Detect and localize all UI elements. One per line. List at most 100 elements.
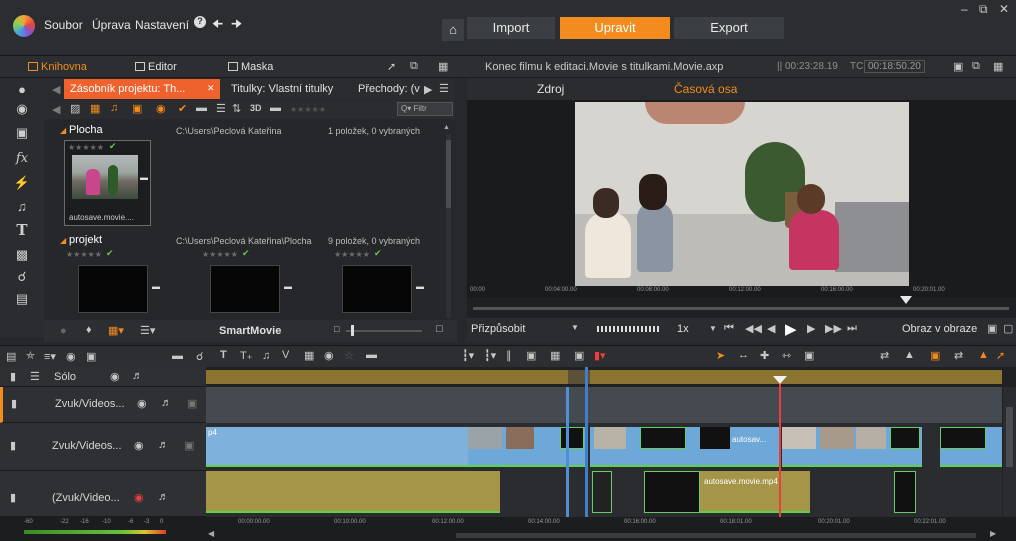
- tabs-menu-icon[interactable]: ☰: [439, 82, 449, 95]
- next-frame-icon[interactable]: ▶▶: [825, 322, 842, 335]
- back-icon[interactable]: ◀: [52, 103, 60, 116]
- video-clip[interactable]: [468, 427, 588, 467]
- tab-library[interactable]: Knihovna: [41, 61, 87, 73]
- speaker-icon[interactable]: ♬: [161, 397, 172, 409]
- pin-icon[interactable]: ➚: [387, 60, 396, 73]
- chapter-icon[interactable]: ▬: [366, 349, 377, 361]
- project-bin-icon[interactable]: ●: [13, 82, 31, 97]
- menu-edit[interactable]: Úprava: [92, 18, 131, 32]
- fx-icon[interactable]: fx: [13, 151, 31, 166]
- monitor-icon[interactable]: ▣: [184, 439, 194, 452]
- scrub-handle[interactable]: [900, 296, 912, 304]
- filter-box[interactable]: Q▾ Filtr: [397, 102, 453, 116]
- track-lane-2[interactable]: p4 autosav...: [206, 423, 1002, 471]
- video-clip[interactable]: [590, 427, 700, 467]
- camera-icon[interactable]: ▣: [574, 349, 584, 362]
- title-icon[interactable]: T: [13, 221, 31, 239]
- sort-icon[interactable]: ⇅: [232, 102, 241, 115]
- add-track-icon[interactable]: ≡▾: [44, 350, 56, 363]
- stabilize-icon[interactable]: ▦: [304, 349, 314, 362]
- title-tool-icon[interactable]: T: [220, 349, 227, 361]
- check-filter-icon[interactable]: ✔: [178, 102, 187, 115]
- edit-button[interactable]: Upravit: [560, 17, 670, 39]
- scroll-left-icon[interactable]: ◀: [208, 529, 214, 538]
- ripple-icon[interactable]: ┇▾: [484, 349, 496, 362]
- track-lane-1[interactable]: [206, 387, 1002, 423]
- motion-icon[interactable]: V: [282, 349, 289, 361]
- media-tile[interactable]: ★★★★★ ✔ ▬ autosave.movie....: [64, 140, 151, 226]
- expand-arrow-icon[interactable]: ◢: [60, 126, 66, 135]
- marker-icon[interactable]: ⛤: [26, 350, 35, 363]
- restore-icon[interactable]: ⧉: [979, 2, 988, 17]
- 3d-icon[interactable]: 3D: [250, 103, 262, 113]
- fit-dropdown[interactable]: Přizpůsobit: [471, 323, 525, 335]
- export-button[interactable]: Export: [674, 17, 784, 39]
- step-forward-icon[interactable]: ▶: [807, 322, 815, 335]
- media-icon[interactable]: ▣: [13, 125, 31, 141]
- list-view-icon[interactable]: ☰: [216, 102, 226, 115]
- redo-icon[interactable]: 🠊: [231, 15, 242, 36]
- disc-icon[interactable]: ◉: [13, 101, 31, 117]
- help-icon[interactable]: ?: [194, 16, 206, 28]
- razor-icon[interactable]: ◉: [66, 350, 76, 363]
- tab-mask[interactable]: Maska: [241, 61, 273, 73]
- scrub-track[interactable]: [473, 307, 1009, 310]
- tab-close-icon[interactable]: ✕: [207, 83, 215, 94]
- tab-titles[interactable]: Titulky: Vlastní titulky: [231, 83, 333, 95]
- stretch-icon[interactable]: ⇿: [782, 349, 791, 362]
- video-clip[interactable]: p4: [206, 427, 468, 467]
- dropdown-arrow-icon[interactable]: ▼: [571, 323, 579, 332]
- clip-tool-icon[interactable]: ▣: [526, 349, 536, 362]
- track-header-1[interactable]: ▮ Zvuk/Videos... ◉ ♬ ▣: [0, 387, 206, 423]
- shuttle-control[interactable]: [597, 326, 659, 332]
- track-name[interactable]: Zvuk/Videos...: [52, 440, 122, 452]
- import-button[interactable]: Import: [467, 17, 555, 39]
- video-clip[interactable]: autosav...: [700, 427, 780, 467]
- pip-label[interactable]: Obraz v obraze: [902, 323, 977, 335]
- playhead-handle[interactable]: [773, 376, 787, 384]
- lock-icon[interactable]: ▮: [10, 439, 16, 452]
- audio-filter-icon[interactable]: ♫: [110, 102, 118, 114]
- track-lane-3[interactable]: autosave.movie.mp4: [206, 471, 1002, 517]
- track-name[interactable]: Zvuk/Videos...: [55, 398, 125, 410]
- scrub-ruler[interactable]: 00:00 00:04:00.00 00:08:00.00 00:12:00.0…: [467, 286, 1016, 298]
- lock-icon[interactable]: ▮: [10, 370, 16, 383]
- scroll-up-icon[interactable]: ▲: [443, 124, 450, 131]
- horizontal-scrollbar-thumb[interactable]: [456, 533, 976, 538]
- scroll-right-icon[interactable]: ▶: [990, 529, 996, 538]
- menu-settings[interactable]: Nastavení: [135, 18, 189, 32]
- track-list-icon[interactable]: ☰: [30, 370, 40, 383]
- smartmovie-label[interactable]: SmartMovie: [219, 325, 281, 337]
- video-clip[interactable]: [644, 471, 700, 513]
- playhead[interactable]: [779, 377, 781, 537]
- add-icon[interactable]: ♦: [86, 324, 92, 336]
- snap-icon[interactable]: ┇▾: [462, 349, 474, 362]
- photo-filter-icon[interactable]: ▦: [90, 102, 100, 115]
- eye-hidden-icon[interactable]: ◉: [134, 491, 144, 504]
- audio-clip[interactable]: autosave.movie.mp4: [700, 471, 810, 513]
- layout-icon[interactable]: ▦: [438, 60, 448, 73]
- zoom-out-icon[interactable]: □: [334, 324, 339, 334]
- storyboard-icon[interactable]: ▣: [86, 350, 96, 363]
- list-options-icon[interactable]: ☰▾: [140, 324, 155, 337]
- prev-frame-icon[interactable]: ◀◀: [745, 322, 762, 335]
- media-thumbnail[interactable]: [78, 265, 148, 313]
- snapshot-icon[interactable]: ▢: [1003, 322, 1013, 335]
- navigator-icon[interactable]: ●: [60, 325, 67, 337]
- lock-icon[interactable]: ▮: [10, 491, 16, 504]
- timecode-field[interactable]: 00:18:50.20: [864, 60, 925, 73]
- transition-icon[interactable]: ⚡: [13, 175, 31, 191]
- tool-b-icon[interactable]: ▲: [904, 349, 915, 361]
- tool-d-icon[interactable]: ▲: [978, 349, 989, 361]
- tool-c-icon[interactable]: ⇄: [954, 349, 963, 362]
- tab-editor[interactable]: Editor: [148, 61, 177, 73]
- tab-transitions[interactable]: Přechody: (v: [358, 83, 420, 95]
- tabs-right-arrow[interactable]: ▶: [424, 83, 432, 96]
- media-rating[interactable]: ★★★★★: [66, 250, 102, 259]
- thumb-size-slider[interactable]: [346, 330, 422, 332]
- slide-icon[interactable]: ✚: [760, 349, 769, 362]
- go-start-icon[interactable]: ⏮: [724, 322, 734, 335]
- go-end-icon[interactable]: ⏭: [847, 322, 857, 335]
- voice-icon[interactable]: ☌: [13, 269, 31, 285]
- step-back-icon[interactable]: ◀: [767, 322, 775, 335]
